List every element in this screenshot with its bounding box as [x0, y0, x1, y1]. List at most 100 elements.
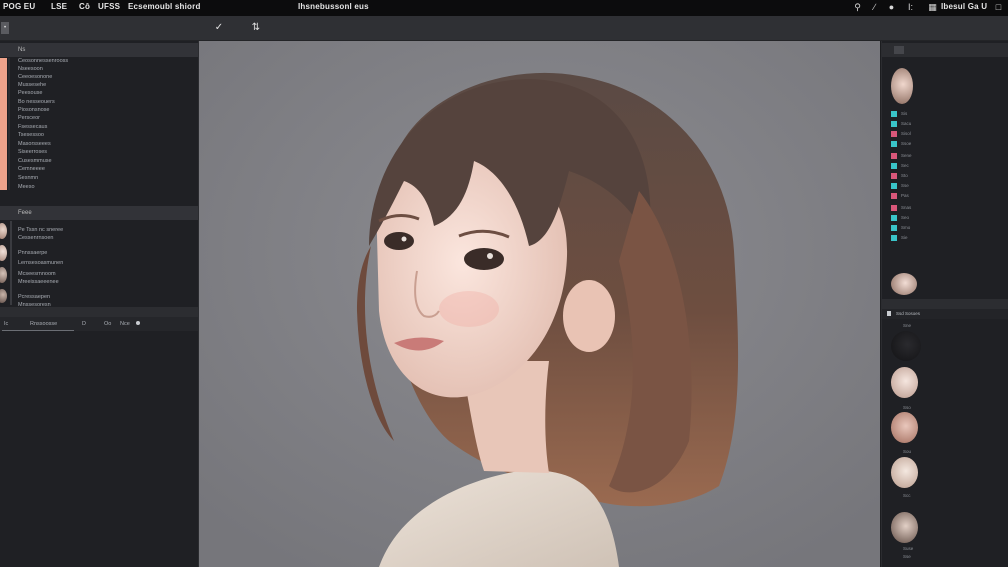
workspace-label[interactable]: Ibesul Ga U — [941, 2, 987, 11]
list-item[interactable]: Mussesehe — [18, 82, 46, 89]
layer-label[interactable]: Sse — [903, 554, 911, 559]
layer-thumbnail[interactable] — [891, 367, 918, 398]
move-icon[interactable]: ⇅ — [250, 22, 262, 34]
list-item[interactable]: Ceeoesonone — [18, 74, 52, 81]
channel-label[interactable]: Ssoe — [901, 141, 911, 147]
layer-thumbnail[interactable] — [0, 267, 7, 283]
list-item[interactable]: Mreeissaeeenee — [18, 279, 59, 286]
menu-item-4[interactable]: UFSS — [98, 2, 120, 11]
layer-label[interactable]: Sso — [903, 405, 911, 410]
list-item[interactable]: Lernsesoasmunen — [18, 260, 63, 267]
menu-item-3[interactable]: Cô — [79, 2, 90, 11]
list-item[interactable]: Siseerroses — [18, 149, 47, 156]
lock-icon[interactable] — [887, 311, 891, 316]
menu-item-5[interactable]: Ecsemoubl shiord — [128, 2, 201, 11]
list-item[interactable]: Mcseesrnnoom — [18, 271, 56, 278]
list-item[interactable]: Masorsseees — [18, 141, 51, 148]
menu-item-1[interactable]: POG EU — [3, 2, 35, 11]
list-item[interactable]: Ceosonnessenrooss — [18, 58, 68, 65]
search-icon[interactable]: ⚲ — [852, 2, 863, 13]
channel-label[interactable]: Smo — [901, 225, 910, 231]
list-item[interactable]: Cusesmmuse — [18, 158, 52, 165]
layer-label[interactable]: Sou — [903, 449, 911, 454]
list-item[interactable]: Cemneeee — [18, 166, 45, 173]
channel-label[interactable]: Sse — [901, 183, 909, 189]
channel-color-swatch[interactable] — [891, 225, 897, 231]
commit-check-icon[interactable]: ✓ — [213, 22, 225, 34]
list-item[interactable]: Pnnssaerpe — [18, 250, 47, 257]
layer-label[interactable]: Suse — [903, 546, 913, 551]
list-item[interactable]: Persceor — [18, 115, 40, 122]
list-item[interactable]: Fsessecaus — [18, 124, 47, 131]
channel-color-swatch[interactable] — [891, 215, 897, 221]
footer-label[interactable]: Rnssoosse — [30, 321, 57, 328]
channel-color-swatch[interactable] — [891, 163, 897, 169]
channel-label[interactable]: Sis — [901, 111, 907, 117]
layer-thumbnail[interactable] — [891, 331, 921, 361]
footer-label[interactable]: Ic — [4, 321, 8, 328]
composite-thumbnail[interactable] — [891, 68, 913, 104]
layer-label[interactable]: Scc — [903, 493, 911, 498]
layer-thumbnail[interactable] — [891, 512, 918, 543]
list-item[interactable]: Peesouse — [18, 90, 42, 97]
list-item[interactable]: Nseesoon — [18, 66, 43, 73]
channel-color-swatch[interactable] — [891, 193, 897, 199]
layer-label[interactable]: Sne — [903, 323, 911, 328]
channel-color-swatch[interactable] — [891, 153, 897, 159]
list-item[interactable]: Pcressaepen — [18, 294, 50, 301]
grid-icon[interactable]: ▦ — [927, 2, 938, 13]
layer-thumbnail[interactable] — [891, 457, 918, 488]
canvas[interactable] — [199, 41, 880, 567]
panel-toggle-icon[interactable]: □ — [993, 2, 1004, 13]
layer-thumbnail[interactable] — [0, 223, 7, 239]
menu-item-2[interactable]: LSE — [51, 2, 67, 11]
layer-thumbnail[interactable] — [0, 289, 7, 303]
menu-bar: POG EU LSE Cô UFSS Ecsemoubl shiord Ihsn… — [0, 0, 1008, 16]
info-icon[interactable]: I: — [905, 2, 916, 13]
list-item[interactable]: Piosonsnose — [18, 107, 50, 114]
channel-color-swatch[interactable] — [891, 121, 897, 127]
panel-menu-icon[interactable] — [894, 46, 904, 54]
channel-label[interactable]: Sacu — [901, 121, 911, 127]
layer-thumbnail[interactable] — [0, 245, 7, 261]
panel-footer: Ic Rnssoosse D Oo Nce — [0, 317, 198, 331]
tool-preset-icon[interactable]: • — [1, 22, 9, 34]
channel-color-swatch[interactable] — [891, 173, 897, 179]
channel-label[interactable]: Sie — [901, 235, 908, 241]
channel-label[interactable]: Sisol — [901, 131, 911, 137]
list-item[interactable]: Cessenrnsoen — [18, 235, 53, 242]
divider — [8, 58, 10, 190]
channel-color-swatch[interactable] — [891, 235, 897, 241]
channel-color-swatch[interactable] — [891, 205, 897, 211]
brush-icon[interactable]: ∕ — [869, 2, 880, 13]
channel-label[interactable]: Sene — [901, 153, 912, 159]
channel-label[interactable]: Sec — [901, 163, 909, 169]
footer-label[interactable]: D — [82, 321, 86, 328]
layer-thumbnail[interactable] — [891, 273, 917, 295]
document-title: Ihsnebussonl eus — [298, 2, 369, 11]
list-item[interactable]: Pe Tssn nc sneree — [18, 227, 63, 234]
layer-thumbnail[interactable] — [891, 412, 918, 443]
list-item[interactable]: Sesnmn — [18, 175, 38, 182]
channel-label[interactable]: Snas — [901, 205, 911, 211]
channel-label[interactable]: Sto — [901, 173, 908, 179]
dot-icon[interactable] — [136, 321, 140, 325]
channel-label[interactable]: Seo — [901, 215, 909, 221]
panel-header-layers[interactable]: Feee — [0, 206, 198, 220]
portrait-image — [199, 41, 880, 567]
footer-label[interactable]: Oo — [104, 321, 111, 328]
footer-label[interactable]: Nce — [120, 321, 130, 328]
panel-header-adjustments[interactable]: Ns — [0, 43, 198, 57]
panel-footer-bar — [0, 307, 198, 317]
left-panel: Ns Ceosonnessenrooss Nseesoon Ceeoesonon… — [0, 41, 199, 567]
channel-color-swatch[interactable] — [891, 131, 897, 137]
channel-color-swatch[interactable] — [891, 141, 897, 147]
color-strip — [0, 58, 7, 190]
list-item[interactable]: Meeso — [18, 184, 35, 191]
list-item[interactable]: Tsesessoo — [18, 132, 44, 139]
channel-label[interactable]: Pas — [901, 193, 909, 199]
channel-color-swatch[interactable] — [891, 183, 897, 189]
list-item[interactable]: Bo nesseouers — [18, 99, 55, 106]
channel-color-swatch[interactable] — [891, 111, 897, 117]
globe-icon[interactable]: ● — [886, 2, 897, 13]
